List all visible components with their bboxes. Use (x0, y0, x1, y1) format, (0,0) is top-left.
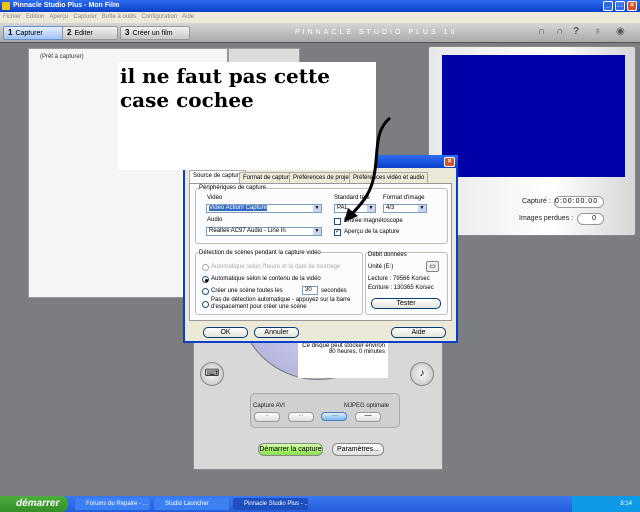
dialog-close-button[interactable]: × (444, 157, 455, 167)
tab-number: 2 (67, 28, 72, 37)
help-button[interactable]: Aide (391, 327, 446, 338)
drive-label: Unité (E:) (368, 264, 394, 270)
scene-option-content: Automatique selon le contenu de la vidéo (211, 276, 321, 282)
devices-group-label: Périphériques de capture (199, 185, 267, 191)
scene-option-manual: Pas de détection automatique - appuyez s… (211, 297, 351, 310)
scene-radio-interval[interactable] (202, 288, 209, 295)
scene-radio-datetime[interactable] (202, 264, 209, 271)
chevron-down-icon: ▼ (313, 228, 321, 235)
task-studio-launcher[interactable]: Studio Launcher (154, 498, 229, 510)
tab-creer-un-film[interactable]: 3 Créer un film (120, 26, 190, 40)
tab-format-de-capture[interactable]: Format de capture (239, 172, 297, 183)
menu-boite-a-outils[interactable]: Boîte à outils (102, 14, 137, 20)
scene-option-interval: Créer une scène toutes les (211, 288, 283, 294)
read-speed: Lecture : 79566 Ko/sec (368, 276, 430, 282)
data-rate-label: Débit données (368, 252, 407, 258)
video-source-icon[interactable]: ⌨ (200, 362, 224, 386)
scene-detection-label: Détection de scènes pendant la capture v… (199, 250, 321, 256)
menu-apercu[interactable]: Aperçu (49, 14, 68, 20)
menu-aide[interactable]: Aide (182, 14, 194, 20)
lost-frames-value: 0 (577, 213, 604, 225)
menu-capturer[interactable]: Capturer (73, 14, 96, 20)
audio-volume-icon[interactable]: ♪ (410, 362, 434, 386)
start-button[interactable]: démarrer (0, 496, 68, 512)
cancel-button[interactable]: Annuler (254, 327, 299, 338)
seconds-label: secondes (321, 288, 347, 294)
start-capture-button[interactable]: Démarrer la capture (258, 443, 323, 456)
quality-1-button[interactable]: · (254, 412, 280, 422)
ok-button[interactable]: OK (203, 327, 248, 338)
disk-duration: 80 heures, 0 minutes (328, 349, 385, 355)
premium-icon[interactable]: ◉ (616, 26, 625, 37)
quality-2-button[interactable]: ·· (288, 412, 314, 422)
task-pinnacle[interactable]: Pinnacle Studio Plus - ... (233, 498, 308, 510)
menu-configuration[interactable]: Configuration (141, 14, 177, 20)
scene-radio-manual[interactable] (202, 301, 209, 308)
system-tray: 8:14 (572, 496, 640, 512)
menu-edition[interactable]: Edition (26, 14, 44, 20)
write-speed: Ecriture : 130365 Ko/sec (368, 285, 434, 291)
tab-source-de-capture[interactable]: Source de capture (189, 170, 247, 183)
help-icon[interactable]: ? (573, 26, 579, 37)
undo-icon[interactable]: ∩ (538, 26, 545, 37)
captured-label: Capturé : (522, 198, 551, 205)
disk-info: Ce disque peut stocker environ 80 heures,… (298, 340, 388, 378)
chevron-down-icon: ▼ (418, 205, 426, 212)
tab-label: Editer (74, 30, 93, 37)
scene-option-datetime: Automatique selon l'heure et la date de … (211, 264, 341, 270)
video-preview (442, 55, 625, 177)
tab-label: Créer un film (132, 30, 173, 37)
lightbulb-icon[interactable]: ♁ (594, 26, 602, 37)
quality-left-label: Capture AVI (253, 403, 285, 409)
app-icon (2, 2, 10, 10)
menu-fichier[interactable]: Fichier (3, 14, 21, 20)
quality-selector (250, 393, 400, 428)
tab-editer[interactable]: 2 Editer (62, 26, 118, 40)
annotation-arrow (344, 116, 392, 222)
clock: 8:14 (620, 501, 632, 507)
folder-icon[interactable]: ▭ (426, 261, 439, 272)
capture-preview-label: Aperçu de la capture (344, 229, 400, 235)
settings-button[interactable]: Paramètres... (332, 443, 384, 456)
quality-3-button[interactable]: ··· (321, 412, 347, 421)
chevron-down-icon: ▼ (313, 205, 321, 212)
maximize-button[interactable]: □ (615, 1, 625, 11)
captured-value: 0:00:00.00 (554, 196, 604, 208)
video-value: Video Action! Capture (209, 205, 267, 211)
quality-mjpeg-button[interactable]: — (355, 412, 381, 422)
redo-icon[interactable]: ∩ (556, 26, 563, 37)
task-forums[interactable]: Forums du Repaire - ... (75, 498, 150, 510)
test-button[interactable]: Tester (371, 298, 441, 309)
close-button[interactable]: × (627, 1, 637, 11)
brand-logo: PINNACLE STUDIO PLUS 10 (295, 29, 458, 36)
quality-right-label: MJPEG optimale (344, 403, 390, 409)
video-select[interactable]: Video Action! Capture ▼ (206, 204, 322, 213)
minimize-button[interactable]: _ (603, 1, 613, 11)
capture-preview-checkbox[interactable]: ✓ (334, 229, 341, 236)
scene-radio-content[interactable] (202, 276, 209, 283)
tab-number: 1 (8, 28, 13, 37)
tab-label: Capturer (15, 30, 43, 37)
window-title: Pinnacle Studio Plus - Mon Film (13, 2, 120, 9)
scene-seconds-input[interactable]: 30 (302, 286, 318, 295)
lost-frames-label: Images perdues : (519, 215, 574, 222)
album-status: (Prêt à capturer) (40, 54, 84, 60)
audio-label: Audio (207, 217, 223, 223)
video-label: Vidéo (207, 195, 223, 201)
tab-number: 3 (125, 28, 130, 37)
audio-value: Realtek AC97 Audio - Line In (209, 228, 286, 234)
audio-select[interactable]: Realtek AC97 Audio - Line In ▼ (206, 227, 322, 236)
title-bar: Pinnacle Studio Plus - Mon Film _ □ × (0, 0, 640, 12)
menu-bar: Fichier Edition Aperçu Capturer Boîte à outi… (0, 12, 640, 23)
